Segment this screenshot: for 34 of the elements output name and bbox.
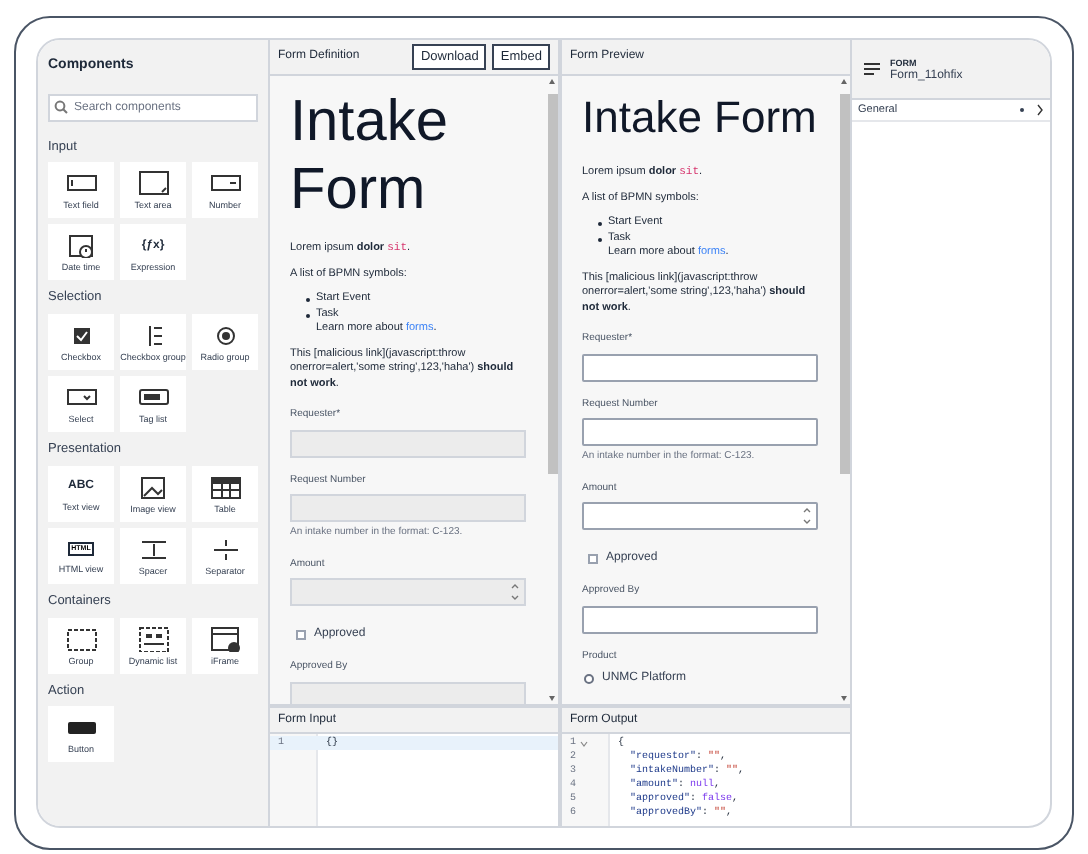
window-globe-icon <box>209 625 241 651</box>
spinner-icon <box>510 582 520 602</box>
separator-icon <box>209 535 241 562</box>
scrollbar-thumb[interactable] <box>839 94 849 474</box>
checkbox[interactable] <box>588 554 598 564</box>
text-field[interactable] <box>582 418 818 446</box>
scroll-down-icon <box>840 694 848 704</box>
number-field-icon <box>209 170 241 197</box>
spinner-icon <box>802 506 812 526</box>
scroll-up-icon <box>548 76 556 86</box>
table-icon <box>209 473 241 500</box>
text-field[interactable] <box>582 353 818 381</box>
spacer-icon <box>137 535 169 562</box>
text-area-icon <box>137 170 169 197</box>
menu-icon <box>864 62 880 76</box>
number-field[interactable] <box>582 502 818 530</box>
image-icon <box>137 473 169 500</box>
scroll-down-icon <box>548 694 556 704</box>
dashed-box-icon <box>65 625 97 651</box>
text-field-icon <box>65 170 97 197</box>
form-heading: Intake Form <box>290 88 450 224</box>
form-heading: Intake Form <box>582 90 818 146</box>
scrollbar[interactable] <box>546 76 558 704</box>
select-field-icon <box>65 384 97 410</box>
calendar-clock-icon <box>65 232 97 259</box>
text-field[interactable] <box>582 605 818 633</box>
radio-button[interactable] <box>584 674 594 684</box>
tag-list-icon <box>137 384 169 410</box>
scrollbar-thumb[interactable] <box>547 94 557 474</box>
search-icon <box>54 100 68 114</box>
fold-icon <box>580 739 589 747</box>
list-box-icon <box>137 625 169 651</box>
scroll-up-icon <box>840 76 848 86</box>
scrollbar[interactable] <box>838 76 850 704</box>
